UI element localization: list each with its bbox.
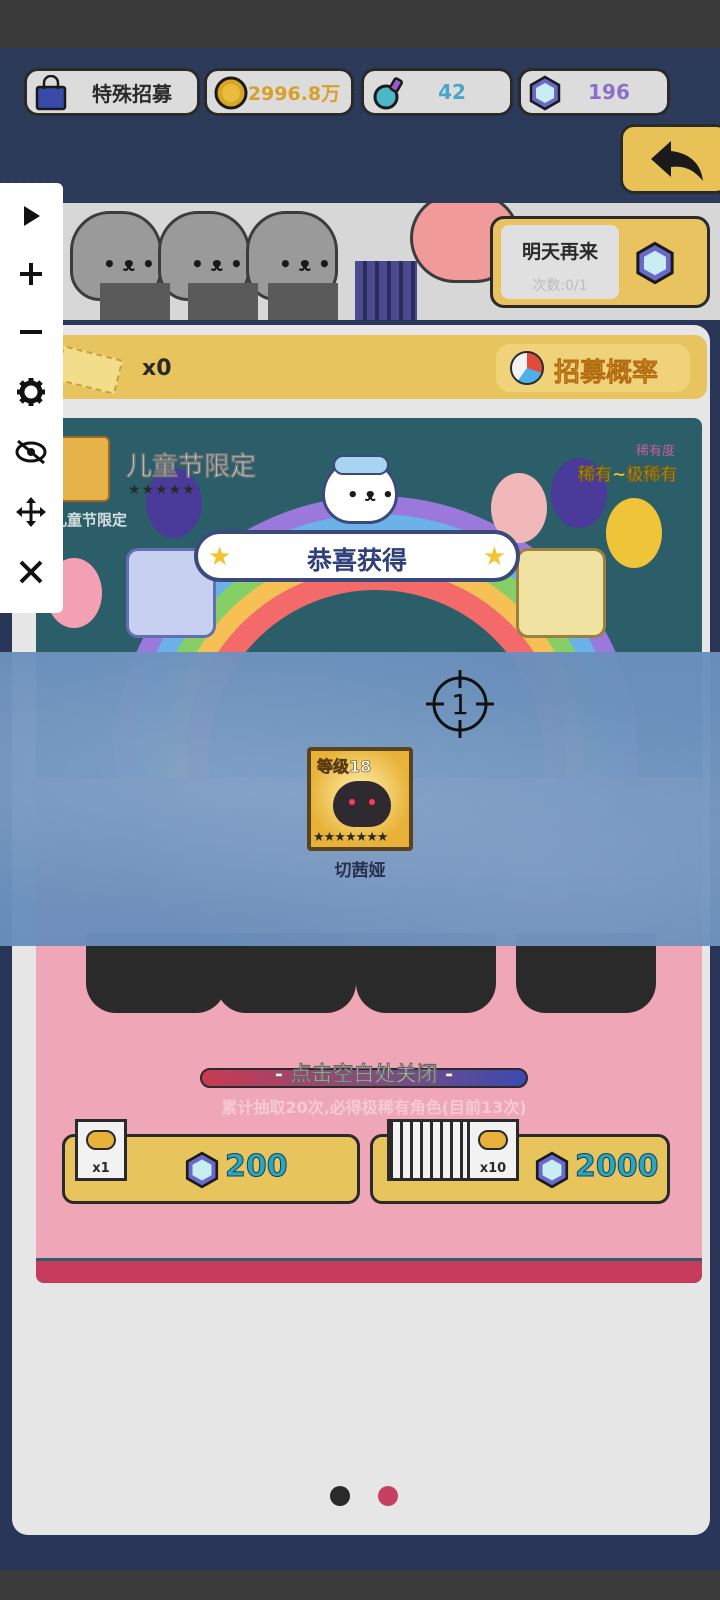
close-hint-text: - 点击空白处关闭 - [274,1062,454,1086]
recruit-rate-button[interactable]: 招募概率 [496,344,690,392]
rarity-value: 稀有~极稀有 [578,465,678,485]
potion-flask-icon [373,77,403,110]
pie-chart-icon [510,351,544,385]
ten-draw-box: x10 [467,1119,519,1181]
recruit-category-pill[interactable]: 特殊招募 [24,68,200,116]
gem-counter[interactable]: 196 [518,68,670,116]
page-dot-1[interactable] [330,1486,350,1506]
recruit-rate-label: 招募概率 [554,358,659,389]
page-dot-2[interactable] [378,1486,398,1506]
potion-counter[interactable]: 42 [361,68,513,116]
draw-ten-count: x10 [479,1161,507,1176]
gem-icon [185,1151,219,1189]
reward-level: 等级18 [317,757,372,777]
floating-toolbar [0,183,63,613]
shopping-bag-icon [35,75,67,111]
daily-free-recruit-card[interactable]: 明天再来 次数:0/1 [490,216,710,308]
gold-coin-icon [214,76,248,110]
status-bar [0,0,720,48]
single-draw-box: x1 [75,1119,127,1181]
minus-icon[interactable] [10,311,52,353]
character-portrait [333,781,391,827]
daily-free-title: 明天再来 [521,241,598,263]
move-icon[interactable] [10,491,52,533]
star-icon: ★ [482,542,506,572]
gem-icon [636,241,674,285]
pool-subtitle: 儿童节限定 [52,511,128,529]
pool-title: 儿童节限定 [126,452,257,483]
draw-once-button[interactable]: x1 200 [62,1119,360,1204]
congrats-text: 恭喜获得 [306,546,407,575]
plus-icon[interactable] [10,253,52,295]
gear-icon[interactable] [10,371,52,413]
reward-stars: ★★★★★★★ [313,830,389,845]
eye-off-icon[interactable] [10,431,52,473]
pool-stars: ★★★★★ [128,482,196,498]
back-button[interactable] [620,124,720,194]
crosshair-marker-icon: 1 [426,670,494,738]
daily-free-count: 次数:0/1 [532,278,588,294]
crosshair-label: 1 [451,688,469,721]
cage-icon [387,1119,477,1181]
draw-once-count: x1 [92,1161,110,1176]
rarity-label: 稀有度 [636,444,676,459]
draw-ten-cost: 2000 [575,1149,659,1185]
draw-once-cost: 200 [225,1149,289,1185]
mascot-cat: • ᴥ • [322,455,398,524]
gem-icon [529,75,561,111]
play-icon[interactable] [10,195,52,237]
congrats-banner: ★ 恭喜获得 ★ [194,530,520,582]
ticket-count: x0 [142,356,172,381]
reward-character-name: 切茜娅 [334,861,386,881]
reward-character-card[interactable]: 等级18 ★★★★★★★ [307,747,413,851]
close-icon[interactable] [10,551,52,593]
gold-counter[interactable]: 2996.8万 [204,68,354,116]
gem-icon [535,1151,569,1189]
draw-ten-button[interactable]: x10 2000 [370,1119,670,1204]
back-arrow-icon [651,141,703,181]
pity-counter-text: 累计抽取20次,必得极稀有角色(目前13次) [221,1098,527,1117]
